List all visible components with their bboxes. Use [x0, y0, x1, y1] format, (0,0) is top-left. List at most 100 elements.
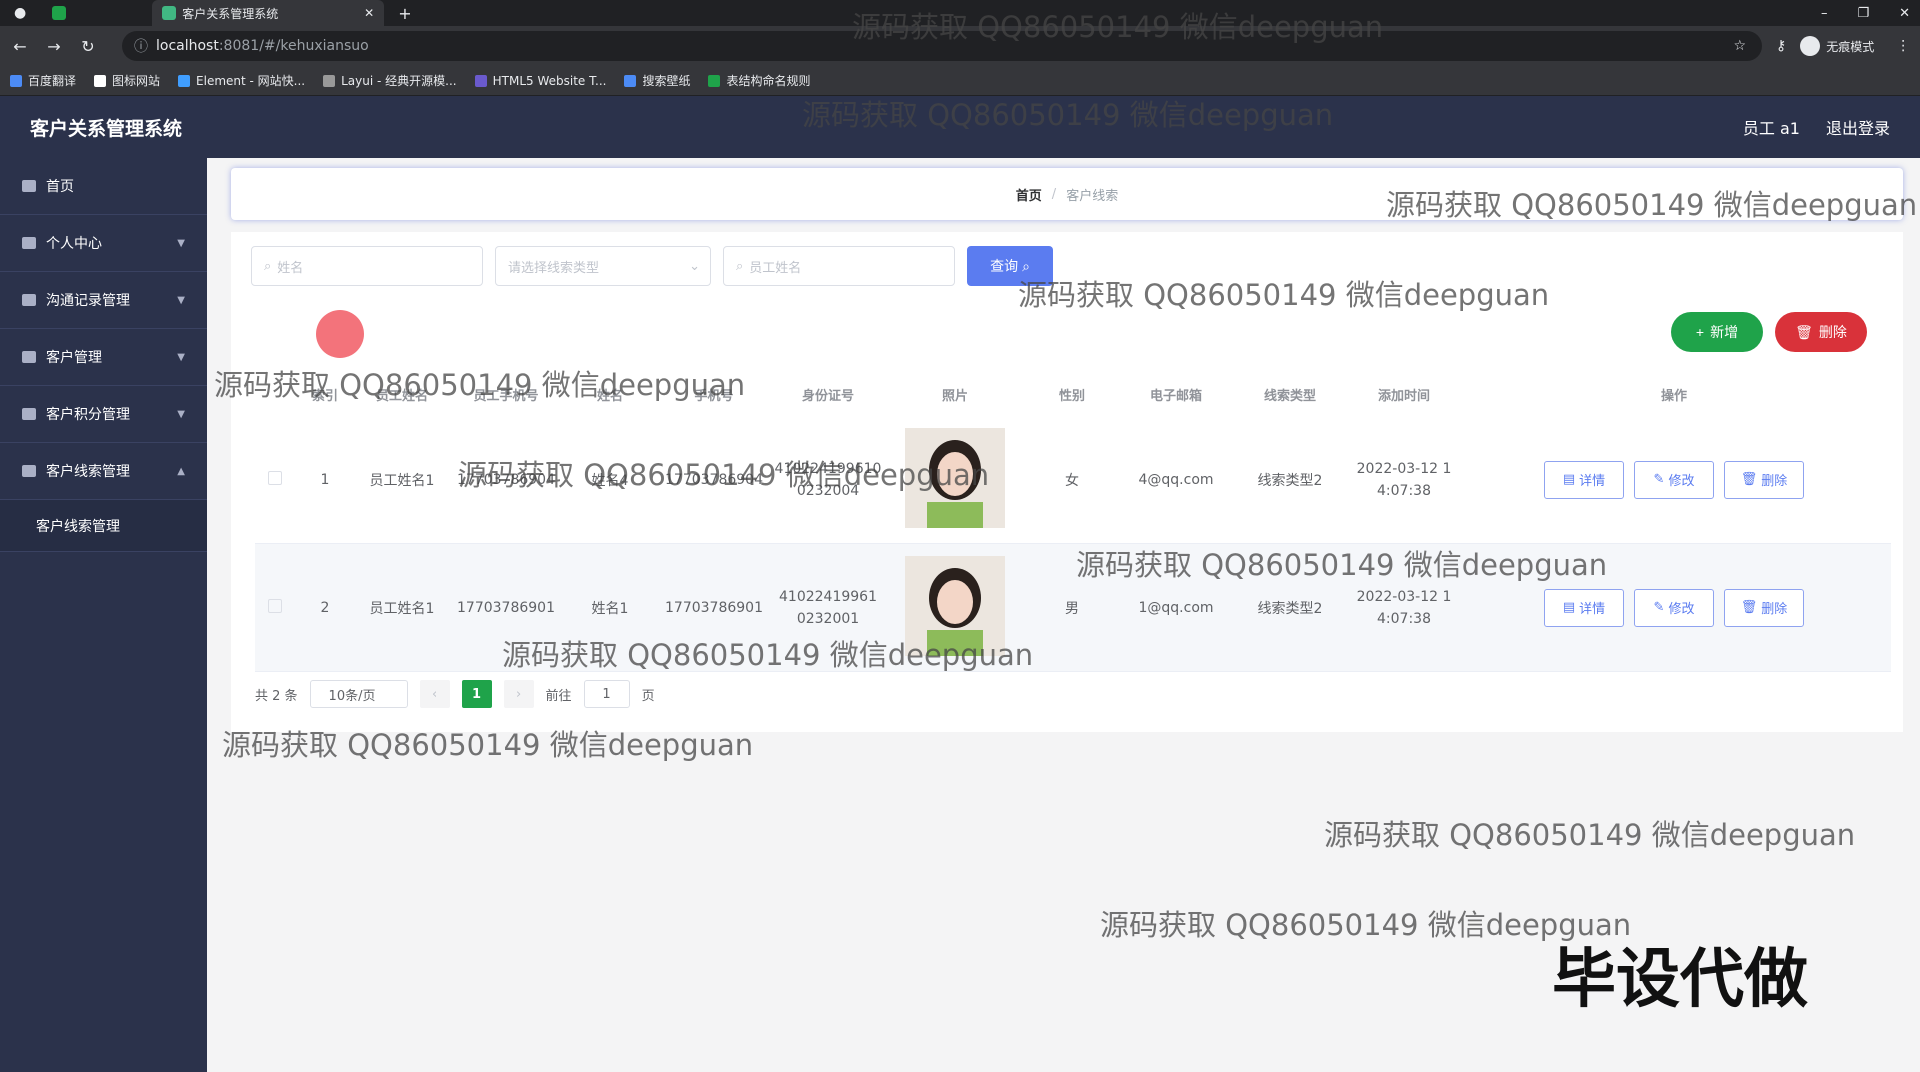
close-window-icon[interactable]: ✕ [1899, 6, 1910, 21]
next-page-button[interactable]: › [503, 680, 534, 708]
edit-button[interactable]: ✎ 修改 [1634, 588, 1714, 627]
staff-search-input[interactable]: ⌕ 员工姓名 [723, 246, 955, 286]
search-icon: ⌕ [736, 258, 744, 274]
watermark-text: 源码获取 QQ86050149 微信deepguan [802, 98, 1334, 132]
submenu-leads[interactable]: 客户线索管理 [0, 500, 207, 552]
chevron-up-icon: ▲ [177, 465, 185, 477]
goto-suffix: 页 [641, 688, 655, 704]
key-icon[interactable]: ⚷ [1776, 38, 1786, 54]
watermark-text: 源码获取 QQ86050149 微信deepguan [214, 368, 746, 402]
column-header: 身份证号 [801, 388, 854, 404]
browser-more-icon[interactable]: ⋮ [1896, 38, 1910, 54]
action-buttons: + 新增 🗑 删除 [1671, 312, 1867, 352]
url-host: localhost [156, 38, 219, 54]
watermark-text: 源码获取 QQ86050149 微信deepguan [502, 638, 1034, 672]
leads-icon [22, 465, 36, 477]
bookmark-item[interactable]: 表结构命名规则 [708, 72, 810, 89]
profile-avatar[interactable] [1800, 36, 1821, 56]
staff-name-cell: 员工姓名1 [369, 472, 435, 489]
name-search-input[interactable]: ⌕ 姓名 [251, 246, 483, 286]
lead-type-cell: 线索类型2 [1257, 600, 1323, 617]
chevron-down-icon: ▼ [177, 408, 185, 420]
forward-icon[interactable]: → [40, 37, 68, 56]
browser-menu-icon[interactable]: ● [14, 5, 26, 21]
column-header: 线索类型 [1263, 388, 1316, 404]
incognito-label[interactable]: 无痕模式 [1826, 38, 1874, 55]
plus-icon: + [1695, 324, 1705, 340]
column-header: 操作 [1660, 388, 1687, 404]
browser-tab[interactable]: 客户关系管理系统 ✕ [152, 0, 385, 26]
click-highlight [316, 310, 364, 358]
url-path: :8081/#/kehuxiansuo [218, 38, 369, 54]
prev-page-button[interactable]: ‹ [419, 680, 450, 708]
breadcrumb-current: 客户线索 [1066, 188, 1119, 204]
chevron-down-icon: ▼ [177, 351, 185, 363]
index-cell: 2 [320, 599, 330, 616]
page-number[interactable]: 1 [461, 680, 492, 708]
batch-delete-button[interactable]: 🗑 删除 [1775, 312, 1867, 352]
close-tab-icon[interactable]: ✕ [364, 6, 374, 20]
gender-cell: 男 [1065, 600, 1079, 617]
lead-type-select[interactable]: 请选择线索类型 ⌄ [495, 246, 711, 286]
edit-button[interactable]: ✎ 修改 [1634, 460, 1714, 499]
customer-icon [22, 351, 36, 363]
goto-page-input[interactable]: 1 [583, 680, 630, 708]
gender-cell: 女 [1065, 472, 1079, 489]
edit-icon: ✎ [1653, 472, 1665, 487]
sidebar: 首页 个人中心 ▼ 沟通记录管理 ▼ 客户管理 ▼ 客户积分管理 ▼ 客户线索管理 ▲ 客… [0, 158, 207, 1072]
staff-name-cell: 员工姓名1 [369, 600, 435, 617]
row-checkbox[interactable] [268, 598, 282, 613]
tab-title: 客户关系管理系统 [182, 6, 279, 21]
bookmark-item[interactable]: 百度翻译 [10, 72, 76, 89]
back-icon[interactable]: ← [6, 37, 34, 56]
home-icon [22, 180, 36, 192]
delete-button[interactable]: 🗑 删除 [1724, 588, 1804, 627]
detail-button[interactable]: ▤ 详情 [1544, 588, 1624, 627]
watermark-text: 源码获取 QQ86050149 微信deepguan [458, 458, 990, 492]
trash-icon: 🗑 [1795, 323, 1813, 340]
breadcrumb-separator: / [1051, 186, 1057, 202]
info-icon[interactable]: ⓘ [134, 36, 148, 56]
column-header: 电子邮箱 [1149, 388, 1202, 404]
sidebar-item-communication[interactable]: 沟通记录管理 ▼ [0, 272, 207, 329]
id-number-cell: 41022419961 0232001 [779, 588, 877, 627]
sidebar-item-leads[interactable]: 客户线索管理 ▲ [0, 443, 207, 500]
logout-link[interactable]: 退出登录 [1826, 115, 1890, 139]
row-checkbox[interactable] [268, 470, 282, 485]
sidebar-item-home[interactable]: 首页 [0, 158, 207, 215]
search-icon: ⌕ [264, 258, 272, 274]
bookmark-item[interactable]: Element - 网站快... [178, 72, 305, 89]
sidebar-item-profile[interactable]: 个人中心 ▼ [0, 215, 207, 272]
bookmark-item[interactable]: HTML5 Website T... [474, 74, 606, 88]
add-button[interactable]: + 新增 [1671, 312, 1763, 352]
reload-icon[interactable]: ↻ [74, 37, 102, 56]
added-time-cell: 2022-03-12 1 4:07:38 [1356, 460, 1452, 499]
column-header: 性别 [1058, 388, 1085, 404]
pinned-tab-icon[interactable] [52, 6, 67, 20]
delete-button[interactable]: 🗑 删除 [1724, 460, 1804, 499]
detail-button[interactable]: ▤ 详情 [1544, 460, 1624, 499]
column-header: 添加时间 [1377, 388, 1430, 404]
bookmark-star-icon[interactable]: ☆ [1733, 38, 1746, 54]
bookmark-item[interactable]: Layui - 经典开源模... [323, 72, 457, 89]
new-tab-icon[interactable]: + [398, 4, 411, 23]
column-header: 照片 [941, 388, 968, 404]
edit-icon: ✎ [1653, 600, 1665, 615]
phone-cell: 17703786901 [665, 599, 763, 616]
watermark-text: 源码获取 QQ86050149 微信deepguan [222, 728, 754, 762]
minimize-icon[interactable]: – [1821, 6, 1828, 21]
page-size-select[interactable]: 10条/页 [309, 680, 408, 708]
sidebar-item-customers[interactable]: 客户管理 ▼ [0, 329, 207, 386]
app-title: 客户关系管理系统 [30, 117, 183, 140]
doc-icon: ▤ [1562, 472, 1576, 487]
watermark-text: 源码获取 QQ86050149 微信deepguan [852, 10, 1384, 44]
points-icon [22, 408, 36, 420]
sidebar-item-points[interactable]: 客户积分管理 ▼ [0, 386, 207, 443]
watermark-text: 源码获取 QQ86050149 微信deepguan [1076, 548, 1608, 582]
bookmark-item[interactable]: 搜索壁纸 [624, 72, 690, 89]
name-cell: 姓名1 [591, 600, 629, 617]
pagination: 共 2 条 10条/页 ‹ 1 › 前往 1 页 [255, 680, 655, 708]
breadcrumb-home[interactable]: 首页 [1016, 185, 1042, 204]
bookmark-item[interactable]: 图标网站 [94, 72, 160, 89]
restore-icon[interactable]: ❐ [1857, 6, 1869, 21]
